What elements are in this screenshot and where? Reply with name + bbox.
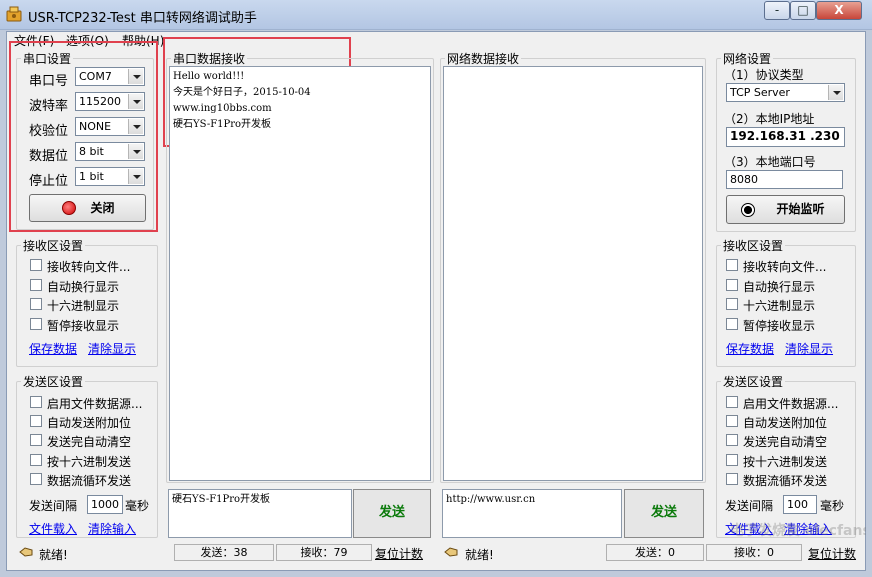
serial-send-button[interactable]: 发送	[353, 489, 431, 538]
right-recv-opt-1-checkbox[interactable]	[726, 259, 738, 271]
left-send-opt-5-checkbox[interactable]	[30, 473, 42, 485]
serial-send-input[interactable]: 硬石YS-F1Pro开发板	[168, 489, 352, 538]
protocol-value: TCP Server	[730, 86, 790, 99]
right-recv-opt-1-label: 接收转向文件...	[743, 260, 827, 274]
net-receive-title: 网络数据接收	[447, 52, 520, 66]
left-send-opt-3-checkbox[interactable]	[30, 434, 42, 446]
left-clear-input-link[interactable]: 清除输入	[88, 520, 136, 537]
left-send-opt-2-checkbox[interactable]	[30, 415, 42, 427]
serial-receive-line: 今天是个好日子，2015-10-04	[173, 87, 311, 98]
right-send-opt-5-checkbox[interactable]	[726, 473, 738, 485]
left-load-file-link[interactable]: 文件载入	[29, 520, 77, 537]
hand-point-icon	[444, 547, 458, 557]
watermark-logo: 电子发烧友 elecfans.com	[730, 523, 866, 539]
right-sent-count: 发送：0	[606, 544, 704, 561]
left-interval-label: 发送间隔	[29, 499, 78, 513]
left-status-ready: 就绪!	[39, 548, 68, 562]
ip-label: （2）本地IP地址	[724, 112, 815, 126]
right-send-opt-4-label: 按十六进制发送	[743, 455, 828, 469]
window-title: USR-TCP232-Test 串口转网络调试助手	[28, 11, 257, 26]
left-recv-opt-1-checkbox[interactable]	[30, 259, 42, 271]
left-send-opt-1-label: 启用文件数据源...	[47, 397, 143, 411]
left-recv-opt-3-label: 十六进制显示	[47, 299, 120, 313]
serial-receive-area[interactable]: Hello world!!! 今天是个好日子，2015-10-04 www.ing1…	[169, 66, 431, 481]
minimize-button[interactable]: -	[764, 1, 790, 20]
left-send-opt-1-checkbox[interactable]	[30, 396, 42, 408]
right-interval-unit: 毫秒	[820, 499, 845, 513]
left-recv-opt-2-checkbox[interactable]	[30, 279, 42, 291]
maximize-button[interactable]: □	[790, 1, 816, 20]
left-received-count: 接收：79	[276, 544, 372, 561]
local-port-input[interactable]: 8080	[726, 170, 843, 189]
protocol-label: （1）协议类型	[724, 68, 804, 82]
right-interval-label: 发送间隔	[725, 499, 774, 513]
right-save-data-link[interactable]: 保存数据	[726, 340, 774, 357]
net-send-button[interactable]: 发送	[624, 489, 704, 538]
left-send-opt-3-label: 发送完自动清空	[47, 435, 132, 449]
net-settings-title: 网络设置	[723, 52, 772, 66]
right-send-opt-2-label: 自动发送附加位	[743, 416, 828, 430]
left-interval-unit: 毫秒	[125, 499, 150, 513]
left-interval-input[interactable]: 1000	[87, 495, 123, 514]
chevron-down-icon	[828, 85, 843, 100]
serial-receive-line: 硬石YS-F1Pro开发板	[173, 119, 272, 130]
start-listen-button[interactable]: 开始监听	[726, 195, 845, 224]
right-send-opt-3-label: 发送完自动清空	[743, 435, 828, 449]
right-recv-opt-3-label: 十六进制显示	[743, 299, 816, 313]
close-window-button[interactable]: X	[816, 1, 862, 20]
serial-receive-title: 串口数据接收	[173, 52, 246, 66]
left-send-opt-2-label: 自动发送附加位	[47, 416, 132, 430]
record-icon	[741, 203, 755, 217]
ip-input[interactable]: 192.168.31 .230	[726, 127, 845, 147]
left-receive-settings-title: 接收区设置	[23, 239, 84, 253]
right-recv-opt-3-checkbox[interactable]	[726, 298, 738, 310]
right-interval-input[interactable]: 100	[783, 495, 817, 514]
right-send-opt-3-checkbox[interactable]	[726, 434, 738, 446]
left-recv-opt-1-label: 接收转向文件...	[47, 260, 131, 274]
right-status-ready: 就绪!	[465, 548, 494, 562]
left-recv-opt-3-checkbox[interactable]	[30, 298, 42, 310]
serial-receive-line: www.ing10bbs.com	[173, 103, 272, 114]
left-sent-count: 发送：38	[174, 544, 274, 561]
left-save-data-link[interactable]: 保存数据	[29, 340, 77, 357]
right-send-opt-4-checkbox[interactable]	[726, 454, 738, 466]
serial-receive-line: Hello world!!!	[173, 71, 245, 82]
right-recv-opt-2-label: 自动换行显示	[743, 280, 816, 294]
right-send-opt-1-checkbox[interactable]	[726, 396, 738, 408]
start-listen-label: 开始监听	[776, 202, 825, 216]
left-recv-opt-4-label: 暂停接收显示	[47, 319, 120, 333]
net-receive-area[interactable]	[443, 66, 703, 481]
net-send-input[interactable]: http://www.usr.cn	[442, 489, 622, 538]
left-send-opt-4-label: 按十六进制发送	[47, 455, 132, 469]
right-clear-display-link[interactable]: 清除显示	[785, 340, 833, 357]
right-recv-opt-4-checkbox[interactable]	[726, 318, 738, 330]
left-clear-display-link[interactable]: 清除显示	[88, 340, 136, 357]
highlight-box-serial-settings	[9, 41, 158, 232]
left-send-opt-4-checkbox[interactable]	[30, 454, 42, 466]
left-reset-count-link[interactable]: 复位计数	[375, 545, 423, 562]
local-port-label: （3）本地端口号	[724, 155, 816, 169]
right-send-settings-title: 发送区设置	[723, 375, 784, 389]
left-send-opt-5-label: 数据流循环发送	[47, 474, 132, 488]
right-send-opt-2-checkbox[interactable]	[726, 415, 738, 427]
left-recv-opt-4-checkbox[interactable]	[30, 318, 42, 330]
app-icon	[6, 6, 22, 22]
left-recv-opt-2-label: 自动换行显示	[47, 280, 120, 294]
protocol-select[interactable]: TCP Server	[726, 83, 845, 102]
left-send-settings-title: 发送区设置	[23, 375, 84, 389]
right-recv-opt-2-checkbox[interactable]	[726, 279, 738, 291]
right-receive-settings-title: 接收区设置	[723, 239, 784, 253]
right-send-opt-5-label: 数据流循环发送	[743, 474, 828, 488]
hand-point-icon	[19, 547, 33, 557]
right-send-opt-1-label: 启用文件数据源...	[743, 397, 839, 411]
right-recv-opt-4-label: 暂停接收显示	[743, 319, 816, 333]
